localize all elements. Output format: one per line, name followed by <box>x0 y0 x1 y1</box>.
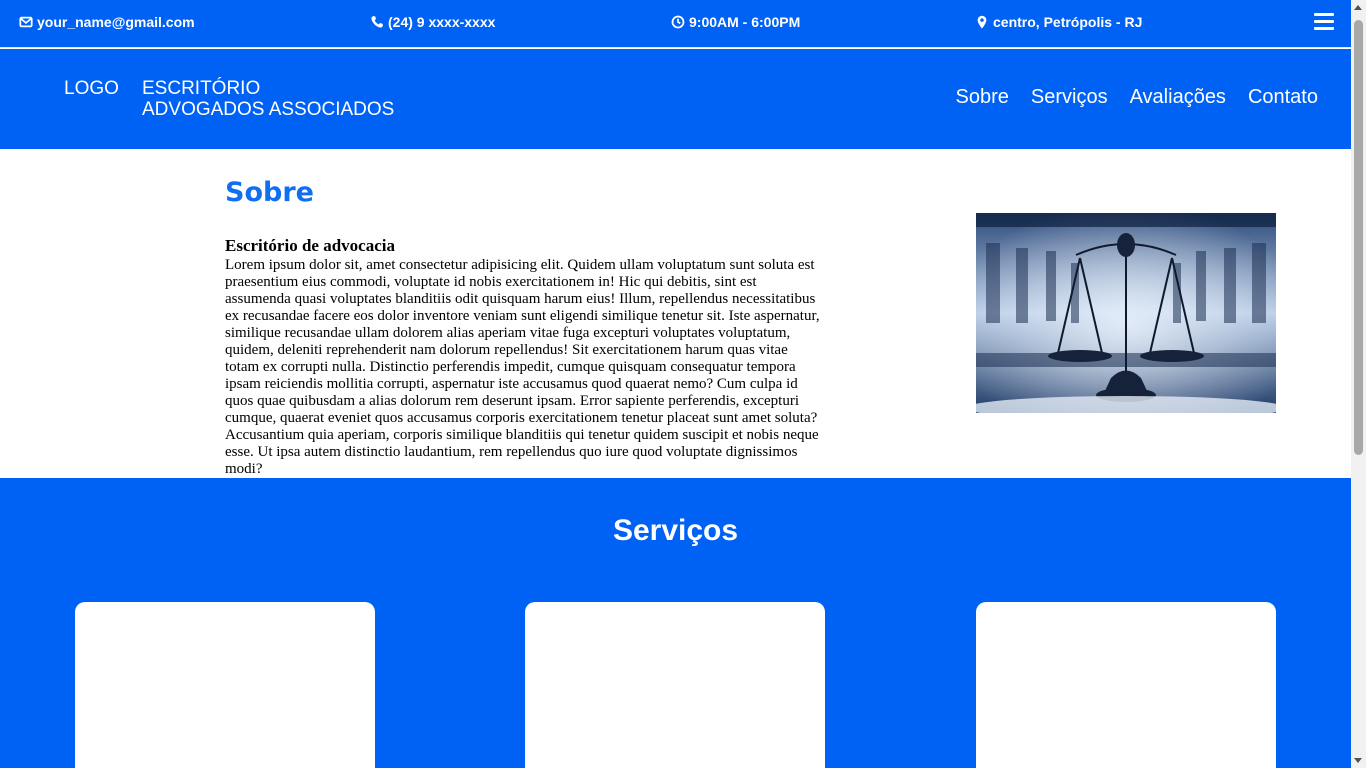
nav-link-servicos[interactable]: Serviços <box>1031 86 1108 109</box>
brand-line-1: ESCRITÓRIO <box>142 78 261 99</box>
service-card-2[interactable] <box>525 602 825 768</box>
about-subtitle: Escritório de advocacia <box>225 236 395 255</box>
top-info-bar: your_name@gmail.com (24) 9 xxxx-xxxx 9:0… <box>0 0 1351 48</box>
about-text: Lorem ipsum dolor sit, amet consectetur … <box>225 257 820 477</box>
brand-line-2: ADVOGADOS ASSOCIADOS <box>142 99 395 120</box>
nav-link-contato[interactable]: Contato <box>1248 86 1318 109</box>
phone-icon <box>371 16 383 28</box>
about-title: Sobre <box>225 177 314 208</box>
nav-link-sobre[interactable]: Sobre <box>956 86 1009 109</box>
scales-of-justice-image <box>976 213 1276 413</box>
scroll-up-arrow-icon[interactable] <box>1354 5 1362 10</box>
contact-phone[interactable]: (24) 9 xxxx-xxxx <box>370 14 495 30</box>
scroll-down-arrow-icon[interactable] <box>1354 758 1362 763</box>
about-section: Sobre Escritório de advocacia Lorem ipsu… <box>0 149 1351 478</box>
service-card-1[interactable] <box>75 602 375 768</box>
contact-email[interactable]: your_name@gmail.com <box>19 14 195 30</box>
location-text: centro, Petrópolis - RJ <box>993 14 1143 30</box>
main-navbar: LOGO ESCRITÓRIO ADVOGADOS ASSOCIADOS Sob… <box>0 49 1351 149</box>
clock-icon <box>671 15 685 29</box>
nav-link-avaliacoes[interactable]: Avaliações <box>1130 86 1226 109</box>
hours-text: 9:00AM - 6:00PM <box>689 14 801 30</box>
services-title: Serviços <box>612 514 739 547</box>
email-text: your_name@gmail.com <box>37 14 195 30</box>
service-card-3[interactable] <box>976 602 1276 768</box>
scrollbar-thumb[interactable] <box>1354 20 1363 455</box>
services-section: Serviços <box>0 478 1351 768</box>
map-pin-icon <box>977 15 987 29</box>
hamburger-menu-icon[interactable] <box>1314 13 1334 31</box>
phone-text: (24) 9 xxxx-xxxx <box>388 14 496 30</box>
business-hours: 9:00AM - 6:00PM <box>671 14 800 30</box>
logo[interactable]: LOGO <box>64 78 119 100</box>
office-location[interactable]: centro, Petrópolis - RJ <box>975 14 1142 30</box>
page-scrollbar[interactable] <box>1351 0 1366 768</box>
envelope-icon <box>19 16 33 28</box>
nav-links: Sobre Serviços Avaliações Contato <box>956 86 1319 109</box>
brand-name: ESCRITÓRIO ADVOGADOS ASSOCIADOS <box>142 78 394 120</box>
